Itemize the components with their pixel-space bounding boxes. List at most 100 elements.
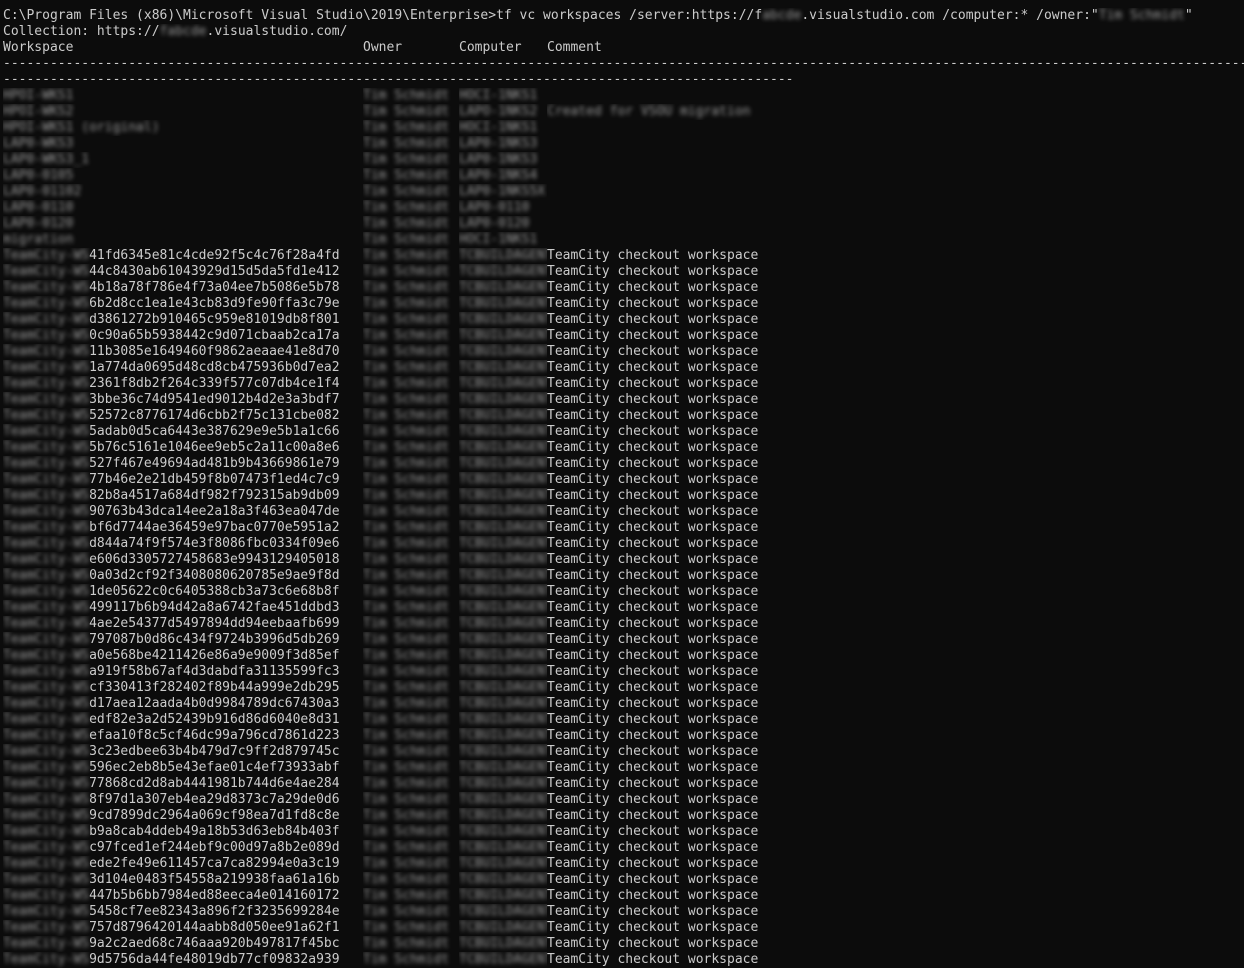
command-line: C:\Program Files (x86)\Microsoft Visual … [3, 8, 1244, 24]
redacted-workspace-prefix: TeamCity-WS [3, 936, 90, 951]
redacted-workspace-prefix: TeamCity-WS [3, 296, 90, 311]
computer-cell: TCBUILDAGENT [459, 520, 547, 536]
owner-cell: Tim Schmidt [363, 456, 459, 472]
computer-cell: TCBUILDAGENT [459, 712, 547, 728]
comment-cell: TeamCity checkout workspace [547, 360, 759, 375]
comment-cell: TeamCity checkout workspace [547, 936, 759, 951]
redacted-computer-name: TCBUILDAGENT [459, 552, 547, 567]
workspace-hash: 5458cf7ee82343a896f2f3235699284e [89, 904, 340, 919]
redacted-owner-name: Tim Schmidt [363, 856, 450, 871]
computer-cell: TCBUILDAGENT [459, 680, 547, 696]
redacted-computer-name: TCBUILDAGENT [459, 456, 547, 471]
computer-cell: TCBUILDAGENT [459, 872, 547, 888]
owner-cell: Tim Schmidt [363, 424, 459, 440]
redacted-workspace-name: migration [3, 232, 74, 247]
redacted-workspace-name: LAP0-WKS3 [3, 136, 74, 151]
owner-cell: Tim Schmidt [363, 264, 459, 280]
redacted-workspace-prefix: TeamCity-WS [3, 552, 90, 567]
table-row: TeamCity-WS5458cf7ee82343a896f2f32356992… [3, 904, 1244, 920]
table-row: TeamCity-WS596ec2eb8b5e43efae01c4ef73933… [3, 760, 1244, 776]
comment-cell: TeamCity checkout workspace [547, 712, 759, 727]
computer-cell: TCBUILDAGENT [459, 344, 547, 360]
comment-cell: TeamCity checkout workspace [547, 280, 759, 295]
redacted-workspace-prefix: TeamCity-WS [3, 280, 90, 295]
comment-cell: TeamCity checkout workspace [547, 248, 759, 263]
redacted-workspace-prefix: TeamCity-WS [3, 312, 90, 327]
console-window[interactable]: C:\Program Files (x86)\Microsoft Visual … [0, 0, 1244, 967]
table-row: HPOI-WKS1 Tim Schmidt HOCI-1NKS1 [3, 88, 1244, 104]
table-row: TeamCity-WSefaa10f8c5cf46dc99a796cd7861d… [3, 728, 1244, 744]
owner-cell: Tim Schmidt [363, 472, 459, 488]
redacted-computer-name: HOCI-1NKS1 [459, 88, 538, 103]
redacted-computer-name: TCBUILDAGENT [459, 872, 547, 887]
table-row: TeamCity-WSbf6d7744ae36459e97bac0770e595… [3, 520, 1244, 536]
comment-cell: TeamCity checkout workspace [547, 872, 759, 887]
table-row: TeamCity-WS11b3085e1649460f9862aeaae41e8… [3, 344, 1244, 360]
comment-cell: TeamCity checkout workspace [547, 776, 759, 791]
redacted-owner-name: Tim Schmidt [363, 280, 450, 295]
redacted-workspace-prefix: TeamCity-WS [3, 824, 90, 839]
workspace-cell: TeamCity-WS5458cf7ee82343a896f2f32356992… [3, 904, 363, 920]
redacted-owner-name: Tim Schmidt [363, 136, 450, 151]
workspace-cell: TeamCity-WScf330413f282402f89b44a999e2db… [3, 680, 363, 696]
workspace-cell: TeamCity-WSede2fe49e611457ca7ca82994e0a3… [3, 856, 363, 872]
redacted-owner-name: Tim Schmidt [363, 88, 450, 103]
owner-cell: Tim Schmidt [363, 168, 459, 184]
redacted-computer-name: TCBUILDAGENT [459, 776, 547, 791]
table-row: TeamCity-WS82b8a4517a684df982f792315ab9d… [3, 488, 1244, 504]
workspace-cell: TeamCity-WS3c23edbee63b4b479d7c9ff2d8797… [3, 744, 363, 760]
redacted-owner-name: Tim Schmidt [363, 408, 450, 423]
table-row: TeamCity-WSede2fe49e611457ca7ca82994e0a3… [3, 856, 1244, 872]
redacted-owner: Tim Schmidt [1098, 8, 1185, 23]
redacted-workspace-name: LAP0-0120 [3, 216, 74, 231]
computer-cell: TCBUILDAGENT [459, 600, 547, 616]
redacted-workspace-prefix: TeamCity-WS [3, 776, 90, 791]
computer-cell: TCBUILDAGENT [459, 888, 547, 904]
comment-cell: TeamCity checkout workspace [547, 504, 759, 519]
redacted-computer-name: TCBUILDAGENT [459, 712, 547, 727]
redacted-owner-name: Tim Schmidt [363, 200, 450, 215]
computer-cell: TCBUILDAGENT [459, 408, 547, 424]
workspace-hash: e606d3305727458683e9943129405018 [89, 552, 340, 567]
command-mid: .visualstudio.com /computer:* /owner:" [801, 8, 1099, 23]
redacted-computer-name: LAP0-1NKS4 [459, 168, 538, 183]
workspace-cell: TeamCity-WS499117b6b94d42a8a6742fae451dd… [3, 600, 363, 616]
workspace-cell: LAP0-WKS3 [3, 136, 363, 152]
computer-cell: TCBUILDAGENT [459, 328, 547, 344]
owner-cell: Tim Schmidt [363, 520, 459, 536]
workspace-cell: TeamCity-WSa919f58b67af4d3dabdfa31135599… [3, 664, 363, 680]
comment-cell: TeamCity checkout workspace [547, 824, 759, 839]
redacted-computer-name: TCBUILDAGENT [459, 648, 547, 663]
owner-cell: Tim Schmidt [363, 536, 459, 552]
comment-cell: TeamCity checkout workspace [547, 408, 759, 423]
computer-cell: TCBUILDAGENT [459, 792, 547, 808]
workspace-hash: 3bbe36c74d9541ed9012b4d2e3a3bdf7 [89, 392, 340, 407]
workspace-hash: 9d5756da44fe48019db77cf09832a939 [89, 952, 340, 967]
workspace-cell: TeamCity-WS11b3085e1649460f9862aeaae41e8… [3, 344, 363, 360]
redacted-owner-name: Tim Schmidt [363, 104, 450, 119]
comment-cell: TeamCity checkout workspace [547, 728, 759, 743]
workspace-cell: TeamCity-WS2361f8db2f264c339f577c07db4ce… [3, 376, 363, 392]
redacted-owner-name: Tim Schmidt [363, 920, 450, 935]
header-workspace: Workspace [3, 40, 74, 55]
collection-prefix: Collection: https:// [3, 24, 160, 39]
table-row: TeamCity-WSedf82e3a2d52439b916d86d6040e8… [3, 712, 1244, 728]
redacted-computer-name: TCBUILDAGENT [459, 504, 547, 519]
computer-cell: TCBUILDAGENT [459, 424, 547, 440]
workspace-cell: TeamCity-WSd17aea12aada4b0d9984789dc6743… [3, 696, 363, 712]
workspace-cell: TeamCity-WS0c90a65b5938442c9d071cbaab2ca… [3, 328, 363, 344]
redacted-workspace-name: LAP0-01102 [3, 184, 82, 199]
computer-cell: LAP0-1NKS3 [459, 152, 547, 168]
table-row: TeamCity-WS1de05622c0c6405388cb3a73c6e68… [3, 584, 1244, 600]
owner-cell: Tim Schmidt [363, 232, 459, 248]
redacted-owner-name: Tim Schmidt [363, 600, 450, 615]
redacted-computer-name: TCBUILDAGENT [459, 264, 547, 279]
redacted-workspace-prefix: TeamCity-WS [3, 408, 90, 423]
redacted-owner-name: Tim Schmidt [363, 392, 450, 407]
owner-cell: Tim Schmidt [363, 584, 459, 600]
redacted-workspace-prefix: TeamCity-WS [3, 456, 90, 471]
redacted-workspace-prefix: TeamCity-WS [3, 264, 90, 279]
redacted-computer-name: TCBUILDAGENT [459, 680, 547, 695]
redacted-computer-name: TCBUILDAGENT [459, 488, 547, 503]
redacted-owner-name: Tim Schmidt [363, 360, 450, 375]
